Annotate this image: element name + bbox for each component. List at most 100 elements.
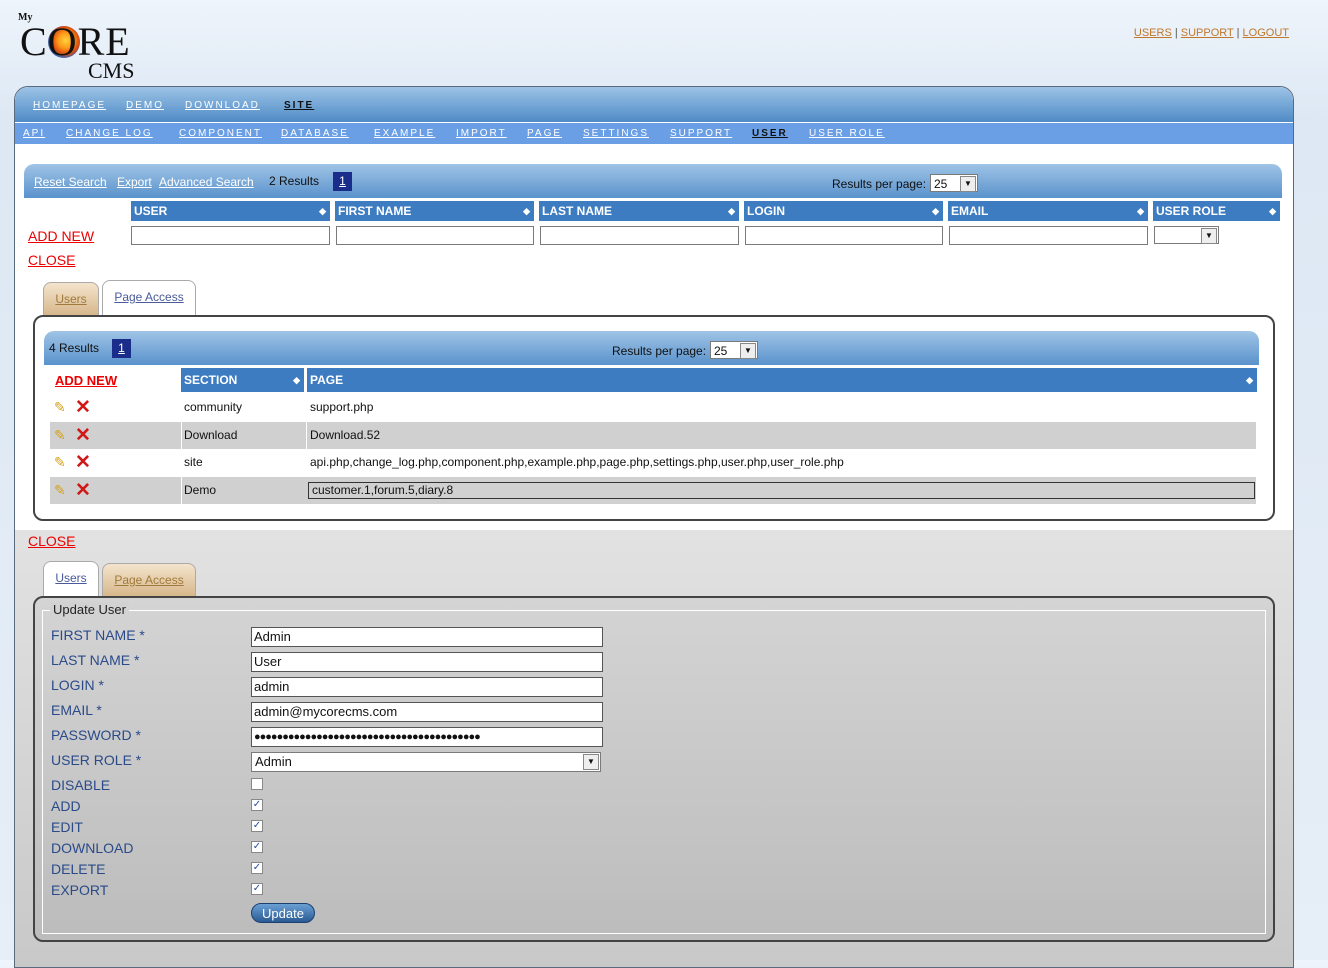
form-legend: Update User [50, 602, 129, 617]
password-input[interactable]: ●●●●●●●●●●●●●●●●●●●●●●●●●●●●●●●●●●●●●●●● [251, 727, 603, 747]
nav-settings[interactable]: SETTINGS [583, 128, 649, 139]
nav-demo[interactable]: DEMO [126, 100, 164, 111]
export-label: EXPORT [51, 882, 109, 898]
delete-icon[interactable]: ✕ [75, 451, 91, 474]
col-section[interactable]: SECTION ◆ [181, 368, 304, 392]
access-rpp-select[interactable]: 25 ▼ [710, 341, 758, 359]
nav-user-role[interactable]: USER ROLE [809, 128, 885, 139]
search-bar: Reset Search Export Advanced Search 2 Re… [24, 164, 1282, 198]
nav-database[interactable]: DATABASE [281, 128, 349, 139]
email-input[interactable]: admin@mycorecms.com [251, 702, 603, 722]
pencil-icon[interactable]: ✎ [54, 482, 66, 499]
col-user-label: USER [134, 204, 168, 218]
results-count: 2 Results [269, 174, 320, 188]
user-role-select[interactable]: Admin ▼ [251, 752, 601, 772]
nav-example[interactable]: EXAMPLE [374, 128, 435, 139]
user-filter-input[interactable] [131, 226, 330, 245]
row-page: api.php,change_log.php,component.php,exa… [306, 449, 1256, 476]
user-role-label: USER ROLE * [51, 752, 142, 768]
col-user-role-label: USER ROLE [1156, 204, 1227, 218]
delete-checkbox[interactable]: ✓ [251, 862, 263, 874]
add-new-link[interactable]: ADD NEW [28, 228, 94, 244]
add-label: ADD [51, 798, 81, 814]
users-link[interactable]: USERS [1134, 27, 1172, 39]
nav-download[interactable]: DOWNLOAD [185, 100, 260, 111]
table-row[interactable]: ✎ ✕ site api.php,change_log.php,component… [50, 449, 1256, 476]
pencil-icon[interactable]: ✎ [54, 454, 66, 471]
disable-checkbox[interactable] [251, 778, 263, 790]
nav-import[interactable]: IMPORT [456, 128, 507, 139]
nav-support[interactable]: SUPPORT [670, 128, 732, 139]
tab-page-access-label[interactable]: Page Access [114, 290, 183, 304]
col-first-name[interactable]: FIRST NAME ◆ [335, 201, 534, 221]
col-page[interactable]: PAGE ◆ [307, 368, 1257, 392]
nav-change-log[interactable]: CHANGE LOG [66, 128, 153, 139]
row-actions: ✎ ✕ [50, 422, 178, 449]
access-page-1-button[interactable]: 1 [112, 339, 131, 358]
disable-label: DISABLE [51, 777, 111, 793]
edit-checkbox[interactable]: ✓ [251, 820, 263, 832]
nav-site[interactable]: SITE [284, 100, 314, 111]
login-input[interactable]: admin [251, 677, 603, 697]
tab-users-label[interactable]: Users [55, 292, 86, 306]
access-rpp-value: 25 [714, 344, 728, 358]
col-email[interactable]: EMAIL ◆ [948, 201, 1148, 221]
pencil-icon[interactable]: ✎ [54, 427, 66, 444]
col-login[interactable]: LOGIN ◆ [744, 201, 943, 221]
col-user[interactable]: USER ◆ [131, 201, 330, 221]
table-row[interactable]: ✎ ✕ Download Download.52 [50, 422, 1256, 449]
secondary-nav: API CHANGE LOG COMPONENT DATABASE EXAMPL… [15, 123, 1293, 144]
col-login-label: LOGIN [747, 204, 785, 218]
table-row[interactable]: ✎ ✕ Demo customer.1,forum.5,diary.8 [50, 477, 1256, 504]
close-edit-link[interactable]: CLOSE [28, 533, 75, 549]
add-checkbox[interactable]: ✓ [251, 799, 263, 811]
email-filter-input[interactable] [949, 226, 1148, 245]
tab-page-access-edit[interactable]: Page Access [102, 563, 196, 597]
update-button[interactable]: Update [251, 903, 315, 923]
nav-page[interactable]: PAGE [527, 128, 562, 139]
nav-component[interactable]: COMPONENT [179, 128, 262, 139]
delete-icon[interactable]: ✕ [75, 424, 91, 447]
sort-icon: ◆ [1137, 206, 1144, 216]
access-rpp-label: Results per page: [612, 344, 707, 358]
tab-page-access[interactable]: Page Access [102, 280, 196, 316]
col-page-label: PAGE [310, 373, 344, 387]
delete-icon[interactable]: ✕ [75, 479, 91, 502]
access-header-row: ADD NEW SECTION ◆ PAGE ◆ [50, 367, 1257, 393]
first-name-input[interactable]: Admin [251, 627, 603, 647]
support-link[interactable]: SUPPORT [1181, 27, 1234, 39]
pencil-icon[interactable]: ✎ [54, 399, 66, 416]
export-link[interactable]: Export [117, 175, 152, 189]
chevron-down-icon: ▼ [583, 754, 599, 770]
login-filter-input[interactable] [745, 226, 943, 245]
last-name-filter-input[interactable] [540, 226, 739, 245]
logout-link[interactable]: LOGOUT [1243, 27, 1289, 39]
last-name-input[interactable]: User [251, 652, 603, 672]
col-user-role[interactable]: USER ROLE ◆ [1153, 201, 1280, 221]
first-name-label: FIRST NAME * [51, 627, 145, 643]
nav-user[interactable]: USER [752, 128, 788, 139]
delete-icon[interactable]: ✕ [75, 396, 91, 419]
advanced-search-link[interactable]: Advanced Search [159, 175, 254, 189]
tab-users[interactable]: Users [43, 282, 99, 316]
col-last-name[interactable]: LAST NAME ◆ [539, 201, 739, 221]
user-role-filter-select[interactable]: ▼ [1154, 226, 1219, 244]
download-checkbox[interactable]: ✓ [251, 841, 263, 853]
reset-search-link[interactable]: Reset Search [34, 175, 107, 189]
access-add-new-link[interactable]: ADD NEW [55, 373, 117, 388]
download-label: DOWNLOAD [51, 840, 134, 856]
sort-icon: ◆ [728, 206, 735, 216]
tab-users-edit[interactable]: Users [43, 561, 99, 597]
nav-api[interactable]: API [23, 128, 45, 139]
page-1-button[interactable]: 1 [333, 172, 352, 191]
table-row[interactable]: ✎ ✕ community support.php [50, 394, 1256, 421]
rpp-select[interactable]: 25 ▼ [930, 174, 978, 192]
export-checkbox[interactable]: ✓ [251, 883, 263, 895]
tab-page-access-edit-label[interactable]: Page Access [114, 573, 183, 587]
logo: My CORE CMS [18, 12, 148, 83]
tab-users-edit-label[interactable]: Users [55, 571, 86, 585]
close-link[interactable]: CLOSE [28, 252, 75, 268]
first-name-filter-input[interactable] [336, 226, 534, 245]
col-last-name-label: LAST NAME [542, 204, 612, 218]
nav-homepage[interactable]: HOMEPAGE [33, 100, 106, 111]
